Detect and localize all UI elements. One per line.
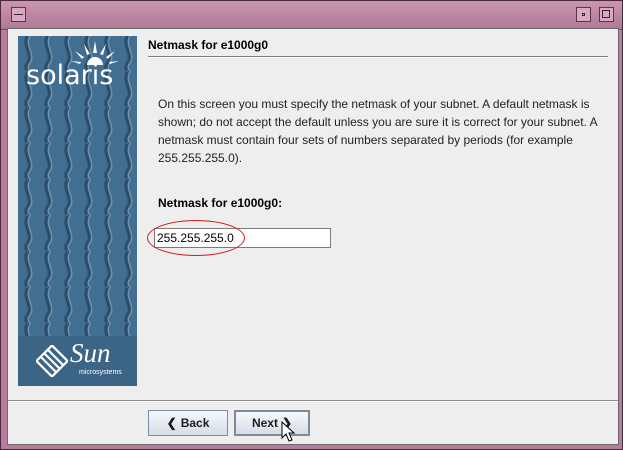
dialog-content: solaris Sun microsystems Netmask for e10… [7, 28, 619, 445]
minimize-button[interactable] [576, 7, 591, 22]
solaris-sidebar-banner: solaris Sun microsystems [18, 36, 137, 386]
installer-window: solaris Sun microsystems Netmask for e10… [0, 0, 623, 450]
sun-logo-text: Sun [70, 338, 111, 368]
window-menu-icon [14, 14, 23, 15]
button-bar-divider [8, 400, 618, 402]
solaris-logo: solaris [18, 36, 137, 98]
maximize-button[interactable] [599, 7, 614, 22]
solaris-logo-text: solaris [26, 60, 114, 91]
page-title: Netmask for e1000g0 [148, 38, 269, 52]
next-button-label: Next [251, 416, 278, 430]
minimize-icon [582, 13, 585, 16]
netmask-input[interactable] [154, 228, 331, 248]
window-menu-button[interactable] [11, 7, 26, 22]
title-divider [148, 56, 608, 58]
chevron-left-icon: ❮ [166, 416, 177, 430]
next-button[interactable]: Next ❯ [234, 410, 310, 436]
sun-diamond-icon [36, 345, 68, 377]
back-button[interactable]: ❮ Back [148, 410, 228, 436]
back-button-label: Back [180, 416, 210, 430]
microsystems-text: microsystems [79, 369, 122, 376]
netmask-label: Netmask for e1000g0: [158, 196, 283, 210]
instructions-text: On this screen you must specify the netm… [158, 97, 597, 165]
mouse-pointer-icon [281, 421, 296, 442]
title-bar[interactable] [1, 1, 622, 30]
sun-microsystems-logo: Sun microsystems [18, 336, 137, 386]
maximize-icon [602, 10, 610, 18]
